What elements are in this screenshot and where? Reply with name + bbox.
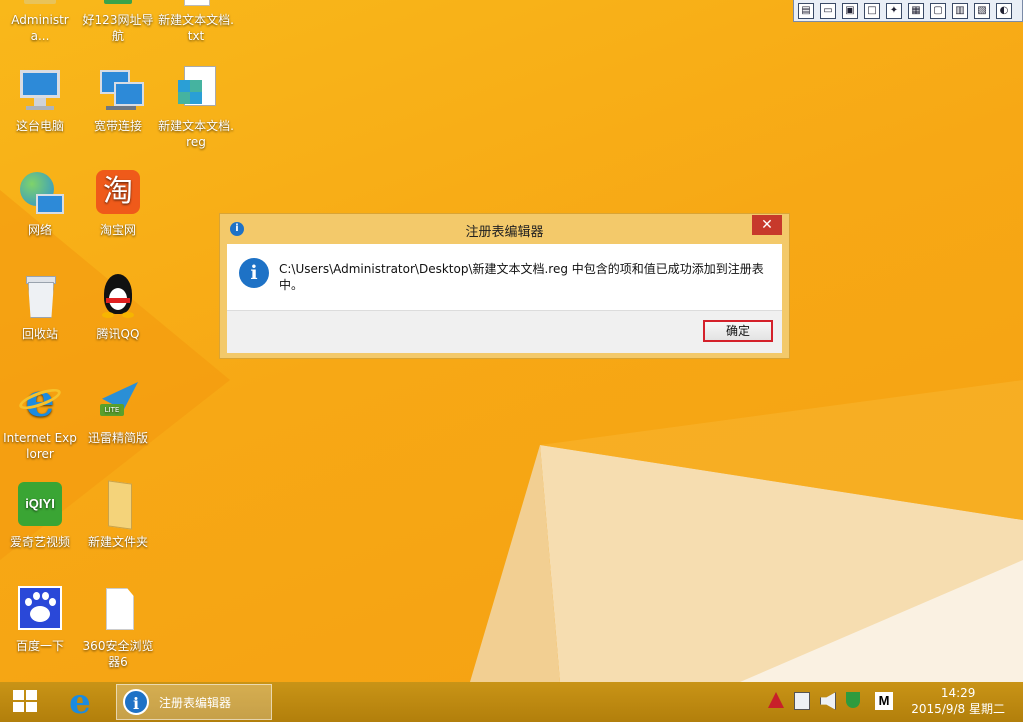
- grid-icon[interactable]: ▦: [908, 2, 924, 19]
- desktop-icon-label: 百度一下: [15, 639, 64, 653]
- settings-icon[interactable]: ◐: [996, 2, 1012, 19]
- network-connection-icon: [94, 66, 144, 114]
- baidu-paw-icon: [16, 586, 64, 634]
- desktop-icon-label: 这台电脑: [15, 119, 64, 133]
- desktop-icon-label: Administra...: [11, 13, 69, 43]
- recycle-bin-icon: [16, 274, 64, 322]
- text-file-icon: [172, 0, 220, 8]
- dialog-message: C:\Users\Administrator\Desktop\新建文本文档.re…: [279, 262, 764, 292]
- start-button[interactable]: [13, 690, 39, 714]
- desktop-icon-label: 淘宝网: [99, 223, 136, 237]
- window-alt-icon[interactable]: ▣: [842, 2, 858, 19]
- globe-network-icon: [16, 170, 64, 218]
- windows-logo-icon: [13, 690, 24, 700]
- dialog-message-area: i C:\Users\Administrator\Desktop\新建文本文档.…: [227, 244, 782, 310]
- desktop-icon-internet-explorer[interactable]: e Internet Explorer: [2, 377, 78, 462]
- desktop-icon-broadband[interactable]: 宽带连接: [80, 66, 156, 134]
- xunlei-bird-icon: LITE: [94, 378, 142, 426]
- desktop-icon-label: 新建文件夹: [87, 535, 148, 549]
- desktop-icon-label: 腾讯QQ: [96, 327, 140, 341]
- dialog-body: i C:\Users\Administrator\Desktop\新建文本文档.…: [227, 244, 782, 353]
- desktop-icon-label: 好123网址导航: [82, 13, 154, 43]
- clock-date: 2015/9/8 星期二: [911, 702, 1005, 716]
- internet-explorer-icon: e: [69, 682, 91, 722]
- panel-icon[interactable]: ▥: [952, 2, 968, 19]
- desktop-icon-label: 新建文本文档.reg: [158, 119, 234, 149]
- clock-time: 14:29: [940, 686, 976, 700]
- security-icon[interactable]: [846, 692, 860, 708]
- desktop-icon-hao123[interactable]: 好123网址导航: [80, 0, 156, 44]
- dialog-title-bar[interactable]: i 注册表编辑器 ✕: [220, 214, 789, 244]
- film-icon[interactable]: ▧: [974, 2, 990, 19]
- folder-icon: [94, 480, 142, 530]
- iqiyi-icon: iQIYI: [16, 482, 64, 530]
- ok-button[interactable]: 确定: [703, 320, 773, 342]
- computer-icon: [16, 66, 64, 114]
- desktop-icon-iqiyi[interactable]: iQIYI 爱奇艺视频: [2, 482, 78, 550]
- registry-file-icon: [172, 66, 220, 114]
- desktop-icon-new-reg[interactable]: 新建文本文档.reg: [158, 66, 234, 150]
- desktop-icon-administrator[interactable]: Administra...: [2, 0, 78, 44]
- taskbar-ie-button[interactable]: e: [62, 682, 98, 722]
- taskbar-app-label: 注册表编辑器: [159, 696, 232, 710]
- ime-indicator[interactable]: M: [875, 692, 893, 710]
- qq-penguin-icon: [94, 274, 142, 322]
- fullscreen-icon[interactable]: ▢: [930, 2, 946, 19]
- desktop-icon-xunlei[interactable]: LITE 迅雷精简版: [80, 378, 156, 446]
- desktop-icon-label: 迅雷精简版: [87, 431, 148, 445]
- desktop-icon-label: 网络: [27, 223, 52, 237]
- tray-icons: [768, 690, 868, 712]
- hao123-icon: [94, 0, 142, 8]
- desktop-icon-recycle-bin[interactable]: 回收站: [2, 274, 78, 342]
- system-clock[interactable]: 14:29 2015/9/8 星期二: [911, 685, 1005, 717]
- dialog-footer: 确定: [227, 310, 782, 353]
- desktop-icon-label: 360安全浏览器6: [82, 639, 154, 669]
- taobao-icon: 淘: [94, 170, 142, 218]
- desktop-icon-label: 宽带连接: [93, 119, 142, 133]
- internet-explorer-icon: e: [16, 377, 64, 426]
- user-folder-icon: [16, 0, 64, 8]
- close-button[interactable]: ✕: [752, 215, 782, 235]
- desktop-icon-new-folder[interactable]: 新建文件夹: [80, 480, 156, 550]
- capture-toolbar: ▤ ▭ ▣ □ ✦ ▦ ▢ ▥ ▧ ◐: [793, 0, 1023, 22]
- taskbar-app-registry-editor[interactable]: i 注册表编辑器: [116, 684, 272, 720]
- blank-file-icon: [94, 586, 142, 634]
- desktop-icon-baidu[interactable]: 百度一下: [2, 586, 78, 654]
- taskbar: e i 注册表编辑器 M 14:29 2015/9/8 星期二: [0, 682, 1023, 722]
- desktop-icon-label: Internet Explorer: [3, 431, 77, 461]
- window-icon[interactable]: ▭: [820, 2, 836, 19]
- action-center-icon[interactable]: [768, 692, 784, 708]
- desktop-icon-network[interactable]: 网络: [2, 170, 78, 238]
- desktop-icon-label: 回收站: [21, 327, 58, 341]
- volume-muted-icon[interactable]: [820, 692, 836, 710]
- desktop-icon-taobao[interactable]: 淘 淘宝网: [80, 170, 156, 238]
- information-icon: i: [239, 258, 269, 288]
- desktop-icon-label: 爱奇艺视频: [9, 535, 70, 549]
- registry-editor-dialog: i 注册表编辑器 ✕ i C:\Users\Administrator\Desk…: [219, 213, 790, 359]
- desktop-icon-new-txt[interactable]: 新建文本文档.txt: [158, 0, 234, 44]
- desktop-icon-360-browser[interactable]: 360安全浏览器6: [80, 586, 156, 670]
- desktop-icon-label: 新建文本文档.txt: [158, 13, 234, 43]
- region-icon[interactable]: □: [864, 2, 880, 19]
- desktop-icon-qq[interactable]: 腾讯QQ: [80, 274, 156, 342]
- dialog-title: 注册表编辑器: [465, 225, 544, 240]
- desktop-icon-this-pc[interactable]: 这台电脑: [2, 66, 78, 134]
- info-icon: i: [123, 689, 149, 715]
- pin-icon[interactable]: ✦: [886, 2, 902, 19]
- open-icon[interactable]: ▤: [798, 2, 814, 19]
- network-status-icon[interactable]: [794, 692, 810, 710]
